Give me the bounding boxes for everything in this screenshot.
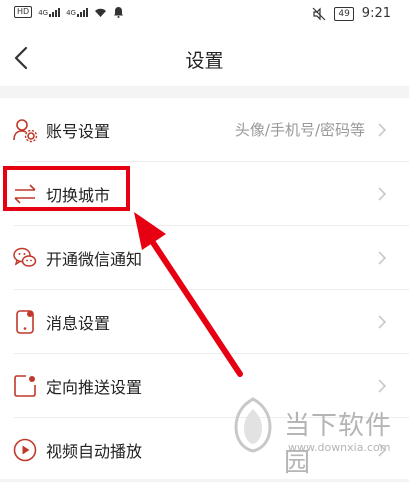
signal-1: 4G: [38, 7, 61, 17]
status-right: 49 9:21: [312, 6, 391, 21]
status-left: HD 4G 4G: [14, 6, 124, 18]
chevron-right-icon: [378, 123, 387, 137]
settings-item-value: 头像/手机号/密码等: [234, 121, 365, 139]
settings-item-label: 账号设置: [46, 122, 111, 141]
settings-item-account[interactable]: 账号设置 头像/手机号/密码等: [0, 98, 409, 162]
status-bar: HD 4G 4G 49 9:21: [0, 0, 409, 30]
highlight-box: [3, 166, 130, 211]
settings-item-wechat-notify[interactable]: 开通微信通知: [0, 226, 409, 290]
watermark-logo-icon: [234, 397, 272, 453]
settings-item-message[interactable]: 消息设置: [0, 290, 409, 354]
signal-2: 4G: [66, 7, 88, 17]
settings-item-label: 视频自动播放: [46, 442, 143, 461]
settings-item-label: 定向推送设置: [46, 378, 143, 397]
wifi-icon: [94, 8, 106, 17]
watermark: 当下软件园 www.downxia.com: [222, 395, 409, 479]
phone-message-icon: [16, 310, 34, 334]
wechat-icon: [13, 247, 37, 267]
push-frame-icon: [14, 375, 36, 397]
navigation-bar: 设置: [0, 30, 409, 86]
chevron-right-icon: [378, 251, 387, 265]
chevron-right-icon: [378, 315, 387, 329]
signal-bars-icon: [76, 7, 88, 17]
chevron-right-icon: [378, 187, 387, 201]
account-gear-icon: [13, 119, 38, 143]
settings-item-label: 消息设置: [46, 314, 111, 333]
signal-2-label: 4G: [66, 8, 76, 17]
chevron-right-icon: [378, 379, 387, 393]
play-circle-icon: [13, 438, 37, 462]
clock: 9:21: [361, 6, 391, 21]
watermark-url: www.downxia.com: [288, 441, 391, 454]
page-title: 设置: [185, 50, 224, 72]
battery-indicator: 49: [334, 6, 354, 21]
mute-icon: [312, 7, 326, 20]
settings-item-label: 开通微信通知: [46, 250, 143, 269]
notification-bell-icon: [113, 7, 123, 18]
hd-badge: HD: [14, 6, 33, 18]
signal-1-label: 4G: [38, 8, 49, 17]
signal-bars-icon: [49, 7, 61, 17]
